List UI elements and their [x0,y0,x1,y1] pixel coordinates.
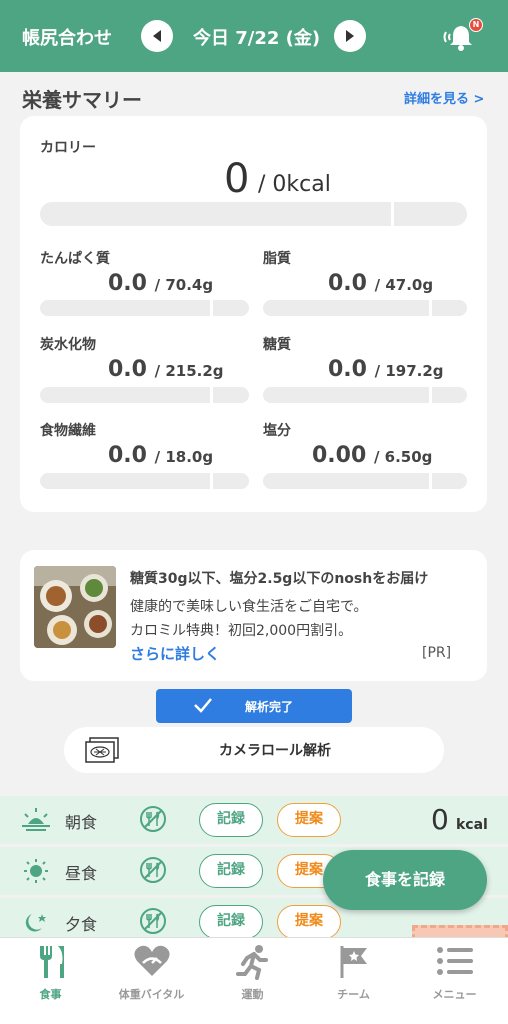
nutrient-progress-bar [263,387,467,403]
no-meal-icon [140,908,166,934]
triangle-right-icon [346,30,354,42]
ad-pr-label: [PR] [422,645,452,661]
moon-stars-icon [25,914,46,932]
suggest-button[interactable]: 提案 [277,905,341,939]
fork-knife-icon [39,946,64,978]
calorie-progress-bar [40,202,467,226]
analysis-complete-badge: 解析完了 [156,689,352,723]
nutrient-label: 炭水化物 [40,337,96,353]
tab-label: 運動 [241,988,264,1001]
nutrient-progress-bar [263,473,467,489]
nutrient-label: 脂質 [263,251,291,267]
record-button[interactable]: 記録 [199,905,263,939]
tab-label: 体重バイタル [118,988,185,1001]
ad-headline: 糖質30g以下、塩分2.5g以下のnoshをお届け [130,571,429,587]
ad-banner[interactable]: 糖質30g以下、塩分2.5g以下のnoshをお届け 健康的で美味しい食生活をご自… [20,550,487,681]
tab-weight-vital[interactable]: 体重バイタル [101,938,202,1024]
notification-badge: N [469,18,483,32]
ad-text-line2: カロミル特典！初回2,000円割引。 [130,623,353,639]
meal-name: 朝食 [65,813,98,832]
record-button[interactable]: 記録 [199,803,263,837]
nutrient-label: 糖質 [263,337,291,353]
suggest-button[interactable]: 提案 [277,803,341,837]
nutrition-summary-card[interactable]: カロリー 0 / 0kcal たんぱく質 0.0 / 70.4g 脂質 0.0 … [20,116,487,512]
nutrient-progress-bar [40,300,249,316]
nutrient-value: 0.0 / 70.4g [108,271,214,296]
detail-link[interactable]: 詳細を見る > [404,88,484,107]
photos-icon [85,737,119,763]
nutrient-value: 0.0 / 18.0g [108,443,214,468]
header-title: 帳尻合わせ [22,28,112,49]
sunrise-icon [22,808,50,831]
nutrient-label: 食物繊維 [40,423,96,439]
nutrient-label: 塩分 [263,423,291,439]
meal-kcal-unit: kcal [456,817,488,833]
meal-name: 昼食 [65,864,98,883]
no-meal-icon [140,806,166,832]
prev-day-button[interactable] [141,20,173,52]
ad-text-line1: 健康的で美味しい食生活をご自宅で。 [130,599,368,615]
sun-icon [24,859,48,883]
nutrient-progress-bar [263,300,467,316]
nutrient-progress-bar [40,387,249,403]
heart-scale-icon [133,945,170,976]
runner-icon [235,945,268,980]
tab-label: 食事 [39,988,62,1001]
meal-name: 夕食 [65,915,98,934]
next-day-button[interactable] [334,20,366,52]
analysis-status: 解析完了 [245,700,294,714]
triangle-left-icon [153,30,161,42]
tab-label: メニュー [432,988,477,1001]
nutrient-value: 0.00 / 6.50g [312,443,433,468]
nutrient-value: 0.0 / 197.2g [328,357,444,382]
record-button[interactable]: 記録 [199,854,263,888]
nutrient-value: 0.0 / 215.2g [108,357,224,382]
current-date: 今日 7/22 (金) [193,28,321,49]
calorie-target: / 0kcal [258,172,331,197]
tab-exercise[interactable]: 運動 [202,938,303,1024]
menu-list-icon [436,947,473,975]
tab-team[interactable]: チーム [303,938,404,1024]
nutrient-value: 0.0 / 47.0g [328,271,434,296]
calorie-value: 0 [224,156,250,202]
meal-kcal-value: 0 [431,803,449,836]
ad-food-image [34,566,116,648]
calorie-label: カロリー [40,140,96,156]
flag-star-icon [340,946,367,978]
nutrient-label: たんぱく質 [40,251,110,267]
summary-title: 栄養サマリー [22,88,142,112]
checkmark-icon [194,698,212,713]
no-meal-icon [140,857,166,883]
tab-meal[interactable]: 食事 [0,938,101,1024]
tab-label: チーム [337,988,370,1001]
bottom-tab-bar: 食事 体重バイタル 運動 チーム メニュー [0,937,508,1024]
camera-roll-label: カメラロール解析 [219,743,331,759]
ad-more-link[interactable]: さらに詳しく [130,643,220,664]
nutrient-progress-bar [40,473,249,489]
tab-menu[interactable]: メニュー [404,938,505,1024]
meal-row-breakfast: 朝食 記録 提案 0 kcal [0,796,508,844]
camera-roll-analysis-button[interactable]: カメラロール解析 [64,727,444,773]
record-meal-fab[interactable]: 食事を記録 [323,850,487,910]
app-header: 帳尻合わせ 今日 7/22 (金) N [0,0,508,72]
